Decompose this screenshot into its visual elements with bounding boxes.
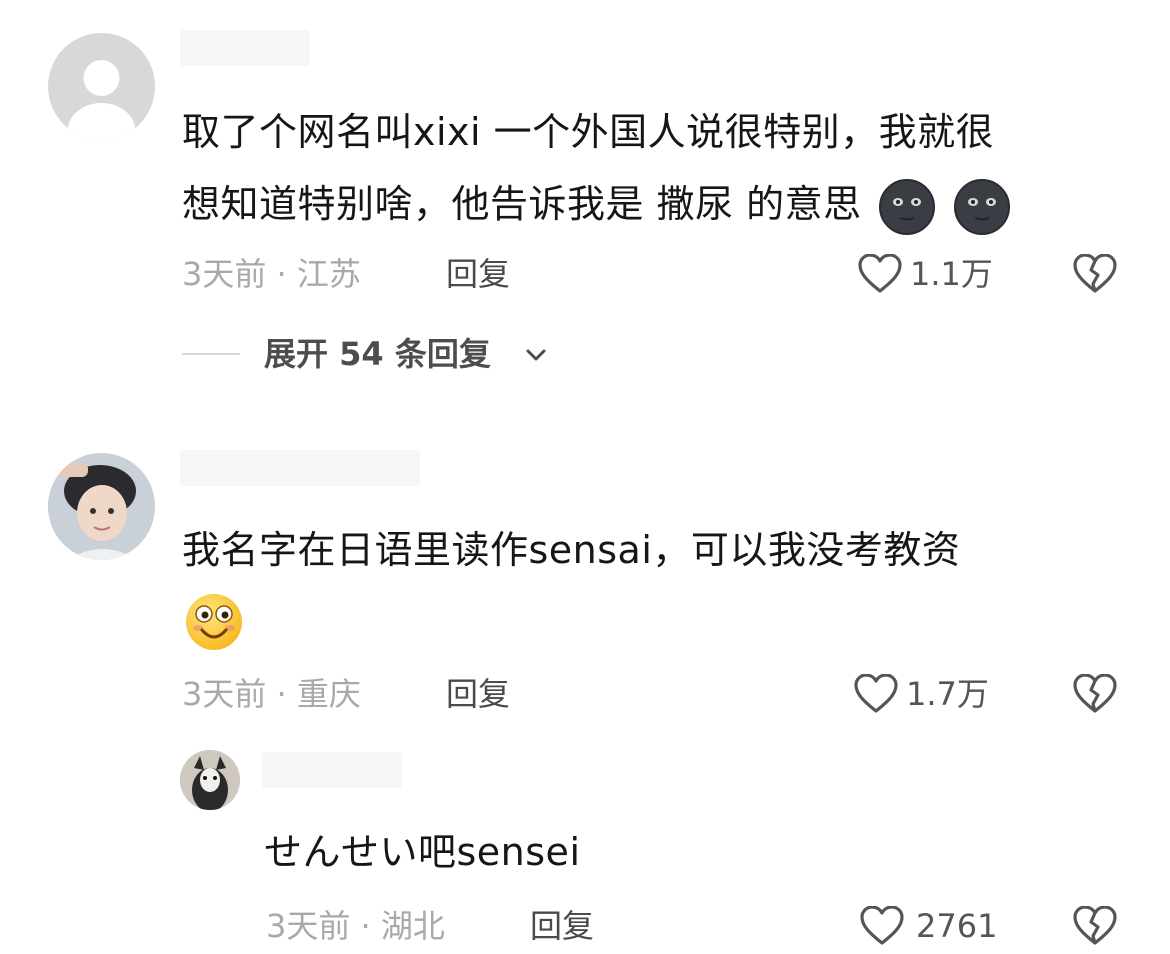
- comment-text-line: 我名字在日语里读作sensai，可以我没考教资: [182, 528, 961, 572]
- emoji-line: [184, 592, 244, 656]
- avatar[interactable]: [180, 750, 240, 810]
- like-count: 1.7万: [906, 675, 989, 713]
- comment-text-line: 想知道特别啥，他告诉我是 撒尿 的意思: [182, 164, 1011, 244]
- heart-outline-icon[interactable]: [858, 254, 902, 294]
- reply-meta: 3天前 · 湖北: [266, 907, 445, 945]
- comment-meta: 3天前 · 江苏: [182, 255, 361, 293]
- avatar[interactable]: [48, 453, 155, 560]
- username-redacted[interactable]: [262, 752, 402, 788]
- default-avatar-icon: [67, 60, 136, 140]
- comment-text-line2: 想知道特别啥，他告诉我是 撒尿 的意思: [182, 182, 862, 226]
- grinning-face-emoji: [186, 594, 242, 650]
- comment-meta: 3天前 · 重庆: [182, 675, 361, 713]
- avatar[interactable]: [48, 33, 155, 140]
- expand-replies-label[interactable]: 展开 54 条回复: [264, 334, 491, 374]
- dark-moon-face-emoji: [879, 178, 936, 235]
- heart-outline-icon[interactable]: [860, 906, 904, 946]
- reply-button[interactable]: 回复: [530, 906, 594, 946]
- avatar-photo: [180, 750, 240, 810]
- like-count: 1.1万: [910, 255, 993, 293]
- reply-text: せんせい吧sensei: [264, 830, 581, 874]
- broken-heart-icon[interactable]: [1073, 906, 1117, 946]
- broken-heart-icon[interactable]: [1073, 674, 1117, 714]
- chevron-down-icon[interactable]: [524, 346, 548, 364]
- like-count: 2761: [916, 907, 998, 945]
- reply-button[interactable]: 回复: [446, 254, 510, 294]
- reply-button[interactable]: 回复: [446, 674, 510, 714]
- username-redacted[interactable]: [180, 30, 310, 66]
- dark-moon-face-emoji: [953, 178, 1010, 235]
- avatar-photo: [48, 453, 155, 560]
- divider-line: [182, 353, 240, 355]
- broken-heart-icon[interactable]: [1073, 254, 1117, 294]
- heart-outline-icon[interactable]: [854, 674, 898, 714]
- comment-text-line: 取了个网名叫xixi 一个外国人说很特别，我就很: [182, 110, 995, 154]
- username-redacted[interactable]: [180, 450, 420, 486]
